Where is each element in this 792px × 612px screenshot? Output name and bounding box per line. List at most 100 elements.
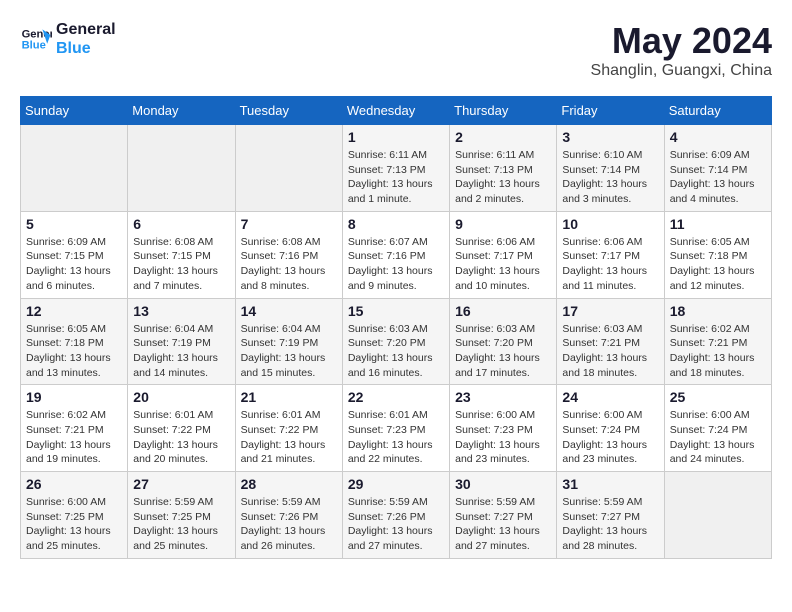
calendar-day-cell: 6 Sunrise: 6:08 AM Sunset: 7:15 PM Daylig… [128, 211, 235, 298]
day-number: 5 [26, 216, 122, 232]
day-number: 29 [348, 476, 444, 492]
day-number: 14 [241, 303, 337, 319]
calendar-day-cell: 1 Sunrise: 6:11 AM Sunset: 7:13 PM Daylig… [342, 125, 449, 212]
day-number: 13 [133, 303, 229, 319]
day-info: Sunrise: 6:10 AM Sunset: 7:14 PM Dayligh… [562, 148, 658, 207]
day-number: 9 [455, 216, 551, 232]
day-info: Sunrise: 6:11 AM Sunset: 7:13 PM Dayligh… [348, 148, 444, 207]
day-number: 27 [133, 476, 229, 492]
day-info: Sunrise: 6:03 AM Sunset: 7:21 PM Dayligh… [562, 322, 658, 381]
day-number: 21 [241, 389, 337, 405]
day-number: 31 [562, 476, 658, 492]
calendar-day-cell: 31 Sunrise: 5:59 AM Sunset: 7:27 PM Dayli… [557, 472, 664, 559]
calendar-day-cell: 13 Sunrise: 6:04 AM Sunset: 7:19 PM Dayli… [128, 298, 235, 385]
calendar-day-cell: 5 Sunrise: 6:09 AM Sunset: 7:15 PM Daylig… [21, 211, 128, 298]
day-number: 3 [562, 129, 658, 145]
calendar-day-cell: 16 Sunrise: 6:03 AM Sunset: 7:20 PM Dayli… [450, 298, 557, 385]
day-number: 24 [562, 389, 658, 405]
day-number: 28 [241, 476, 337, 492]
day-info: Sunrise: 6:05 AM Sunset: 7:18 PM Dayligh… [26, 322, 122, 381]
day-number: 11 [670, 216, 766, 232]
day-info: Sunrise: 6:11 AM Sunset: 7:13 PM Dayligh… [455, 148, 551, 207]
day-number: 25 [670, 389, 766, 405]
calendar-week-row: 5 Sunrise: 6:09 AM Sunset: 7:15 PM Daylig… [21, 211, 772, 298]
day-number: 17 [562, 303, 658, 319]
day-info: Sunrise: 6:01 AM Sunset: 7:23 PM Dayligh… [348, 408, 444, 467]
weekday-header-cell: Friday [557, 97, 664, 125]
calendar-day-cell [21, 125, 128, 212]
day-number: 2 [455, 129, 551, 145]
day-number: 4 [670, 129, 766, 145]
day-info: Sunrise: 5:59 AM Sunset: 7:27 PM Dayligh… [455, 495, 551, 554]
calendar-week-row: 1 Sunrise: 6:11 AM Sunset: 7:13 PM Daylig… [21, 125, 772, 212]
calendar-day-cell: 12 Sunrise: 6:05 AM Sunset: 7:18 PM Dayli… [21, 298, 128, 385]
calendar-day-cell: 14 Sunrise: 6:04 AM Sunset: 7:19 PM Dayli… [235, 298, 342, 385]
calendar-body: 1 Sunrise: 6:11 AM Sunset: 7:13 PM Daylig… [21, 125, 772, 559]
calendar-day-cell: 24 Sunrise: 6:00 AM Sunset: 7:24 PM Dayli… [557, 385, 664, 472]
title-block: May 2024 Shanglin, Guangxi, China [591, 20, 772, 80]
calendar-day-cell: 17 Sunrise: 6:03 AM Sunset: 7:21 PM Dayli… [557, 298, 664, 385]
weekday-header-cell: Wednesday [342, 97, 449, 125]
weekday-header-cell: Monday [128, 97, 235, 125]
calendar-day-cell: 22 Sunrise: 6:01 AM Sunset: 7:23 PM Dayli… [342, 385, 449, 472]
day-number: 10 [562, 216, 658, 232]
day-number: 6 [133, 216, 229, 232]
day-number: 19 [26, 389, 122, 405]
calendar-day-cell [235, 125, 342, 212]
calendar-day-cell: 23Sunrise: 6:00 AM Sunset: 7:23 PM Dayli… [450, 385, 557, 472]
calendar-day-cell: 2 Sunrise: 6:11 AM Sunset: 7:13 PM Daylig… [450, 125, 557, 212]
day-number: 16 [455, 303, 551, 319]
calendar-day-cell: 7 Sunrise: 6:08 AM Sunset: 7:16 PM Daylig… [235, 211, 342, 298]
day-info: Sunrise: 5:59 AM Sunset: 7:26 PM Dayligh… [241, 495, 337, 554]
day-number: 1 [348, 129, 444, 145]
day-info: Sunrise: 6:09 AM Sunset: 7:15 PM Dayligh… [26, 235, 122, 294]
calendar-day-cell: 27 Sunrise: 5:59 AM Sunset: 7:25 PM Dayli… [128, 472, 235, 559]
day-info: Sunrise: 5:59 AM Sunset: 7:27 PM Dayligh… [562, 495, 658, 554]
day-info: Sunrise: 6:03 AM Sunset: 7:20 PM Dayligh… [348, 322, 444, 381]
day-info: Sunrise: 6:02 AM Sunset: 7:21 PM Dayligh… [26, 408, 122, 467]
day-info: Sunrise: 6:00 AM Sunset: 7:25 PM Dayligh… [26, 495, 122, 554]
day-info: Sunrise: 6:05 AM Sunset: 7:18 PM Dayligh… [670, 235, 766, 294]
logo-general: General [56, 20, 116, 39]
calendar-day-cell: 25 Sunrise: 6:00 AM Sunset: 7:24 PM Dayli… [664, 385, 771, 472]
weekday-header-row: SundayMondayTuesdayWednesdayThursdayFrid… [21, 97, 772, 125]
logo-blue: Blue [56, 39, 116, 58]
day-number: 7 [241, 216, 337, 232]
day-number: 20 [133, 389, 229, 405]
subtitle: Shanglin, Guangxi, China [591, 62, 772, 80]
day-info: Sunrise: 6:04 AM Sunset: 7:19 PM Dayligh… [133, 322, 229, 381]
day-info: Sunrise: 6:06 AM Sunset: 7:17 PM Dayligh… [455, 235, 551, 294]
day-info: Sunrise: 6:02 AM Sunset: 7:21 PM Dayligh… [670, 322, 766, 381]
calendar-day-cell: 10Sunrise: 6:06 AM Sunset: 7:17 PM Dayli… [557, 211, 664, 298]
day-number: 26 [26, 476, 122, 492]
calendar-week-row: 19 Sunrise: 6:02 AM Sunset: 7:21 PM Dayli… [21, 385, 772, 472]
day-info: Sunrise: 6:08 AM Sunset: 7:15 PM Dayligh… [133, 235, 229, 294]
day-info: Sunrise: 6:08 AM Sunset: 7:16 PM Dayligh… [241, 235, 337, 294]
day-info: Sunrise: 5:59 AM Sunset: 7:25 PM Dayligh… [133, 495, 229, 554]
logo: General Blue General Blue [20, 20, 116, 58]
calendar-day-cell: 19 Sunrise: 6:02 AM Sunset: 7:21 PM Dayli… [21, 385, 128, 472]
day-number: 22 [348, 389, 444, 405]
calendar-day-cell: 9 Sunrise: 6:06 AM Sunset: 7:17 PM Daylig… [450, 211, 557, 298]
day-number: 23 [455, 389, 551, 405]
day-number: 30 [455, 476, 551, 492]
calendar-day-cell: 29Sunrise: 5:59 AM Sunset: 7:26 PM Dayli… [342, 472, 449, 559]
day-info: Sunrise: 6:03 AM Sunset: 7:20 PM Dayligh… [455, 322, 551, 381]
day-info: Sunrise: 6:01 AM Sunset: 7:22 PM Dayligh… [241, 408, 337, 467]
calendar-day-cell: 11 Sunrise: 6:05 AM Sunset: 7:18 PM Dayli… [664, 211, 771, 298]
day-info: Sunrise: 6:04 AM Sunset: 7:19 PM Dayligh… [241, 322, 337, 381]
calendar-day-cell: 21 Sunrise: 6:01 AM Sunset: 7:22 PM Dayli… [235, 385, 342, 472]
main-title: May 2024 [591, 20, 772, 62]
calendar-day-cell: 28 Sunrise: 5:59 AM Sunset: 7:26 PM Dayli… [235, 472, 342, 559]
calendar-day-cell: 30 Sunrise: 5:59 AM Sunset: 7:27 PM Dayli… [450, 472, 557, 559]
calendar-day-cell: 20 Sunrise: 6:01 AM Sunset: 7:22 PM Dayli… [128, 385, 235, 472]
day-info: Sunrise: 6:01 AM Sunset: 7:22 PM Dayligh… [133, 408, 229, 467]
day-info: Sunrise: 6:00 AM Sunset: 7:24 PM Dayligh… [670, 408, 766, 467]
calendar-table: SundayMondayTuesdayWednesdayThursdayFrid… [20, 96, 772, 559]
day-info: Sunrise: 6:00 AM Sunset: 7:24 PM Dayligh… [562, 408, 658, 467]
weekday-header-cell: Tuesday [235, 97, 342, 125]
day-number: 12 [26, 303, 122, 319]
logo-icon: General Blue [20, 23, 52, 55]
calendar-day-cell: 8Sunrise: 6:07 AM Sunset: 7:16 PM Daylig… [342, 211, 449, 298]
svg-text:Blue: Blue [22, 40, 46, 52]
